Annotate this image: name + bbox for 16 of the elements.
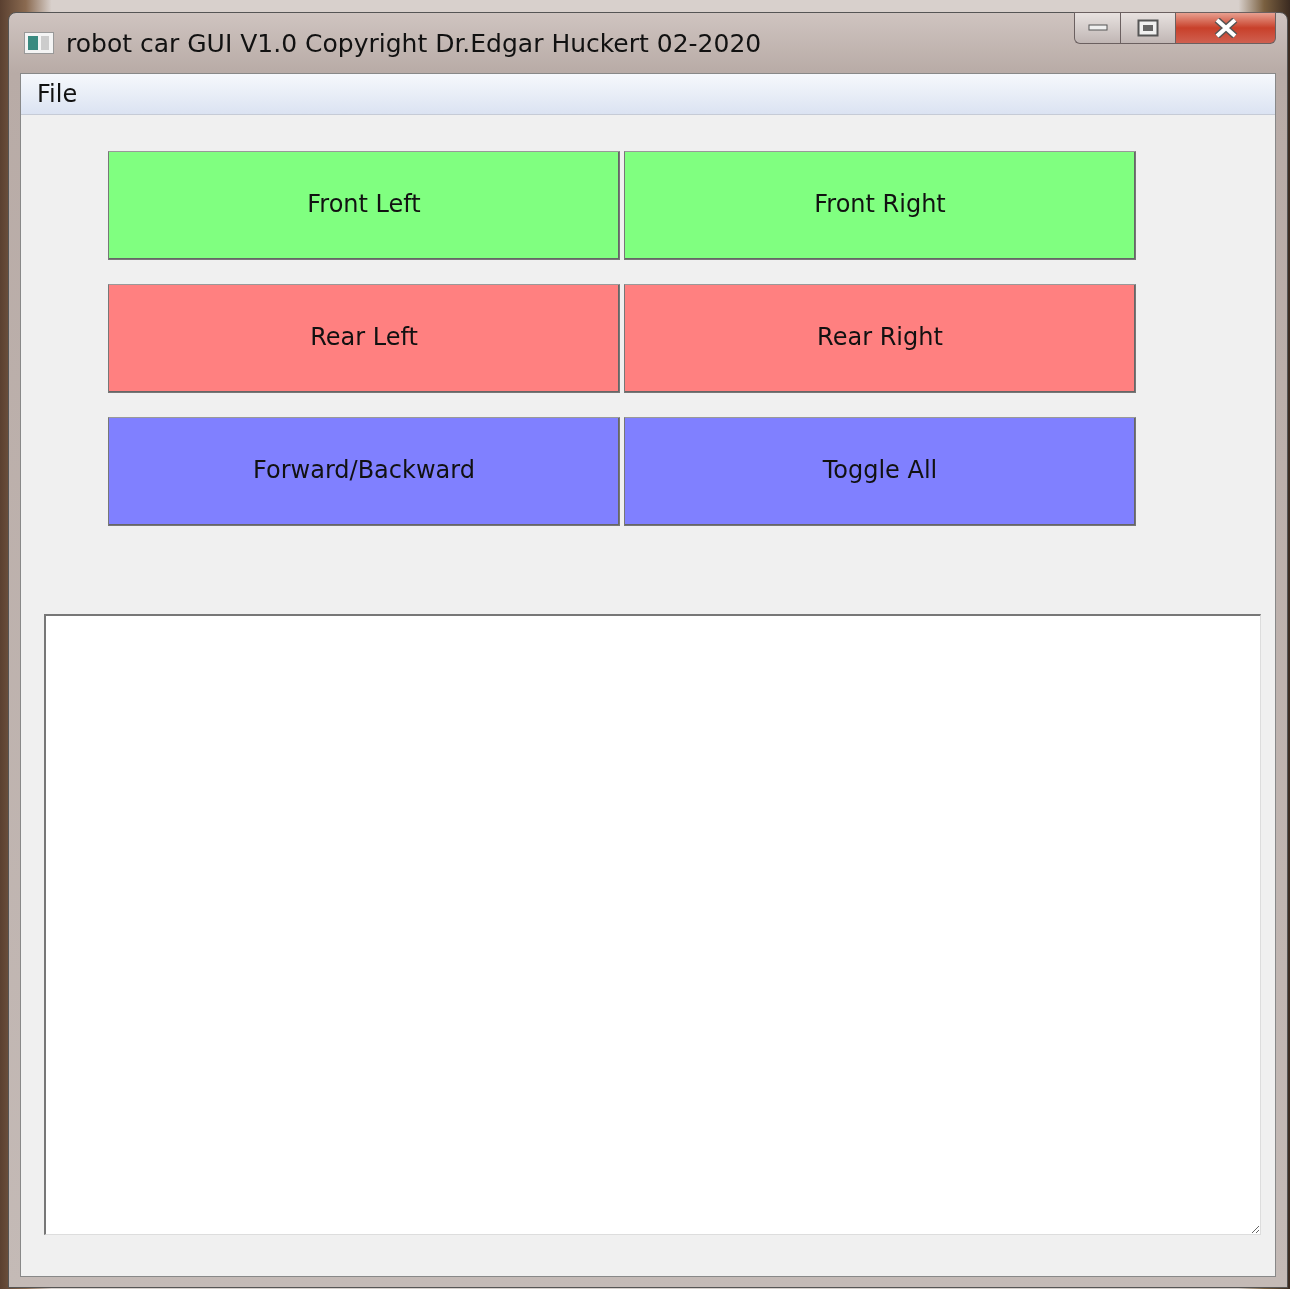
maximize-button[interactable] (1120, 12, 1176, 44)
menu-item[interactable]: File (29, 80, 86, 108)
control-button[interactable]: Forward/Backward (108, 417, 620, 526)
close-icon (1213, 18, 1238, 38)
control-button[interactable]: Rear Left (108, 284, 620, 393)
window-title: robot car GUI V1.0 Copyright Dr.Edgar Huckert 02-2020 (66, 28, 762, 58)
control-button[interactable]: Front Right (624, 151, 1136, 260)
control-button[interactable]: Front Left (108, 151, 620, 260)
control-button[interactable]: Toggle All (624, 417, 1136, 526)
maximize-icon (1137, 19, 1159, 37)
minimize-button[interactable] (1074, 12, 1120, 44)
close-button[interactable] (1176, 12, 1276, 44)
control-button[interactable]: Rear Right (624, 284, 1136, 393)
output-field[interactable] (44, 614, 1261, 1235)
app-icon (24, 32, 54, 54)
minimize-icon (1087, 24, 1108, 32)
